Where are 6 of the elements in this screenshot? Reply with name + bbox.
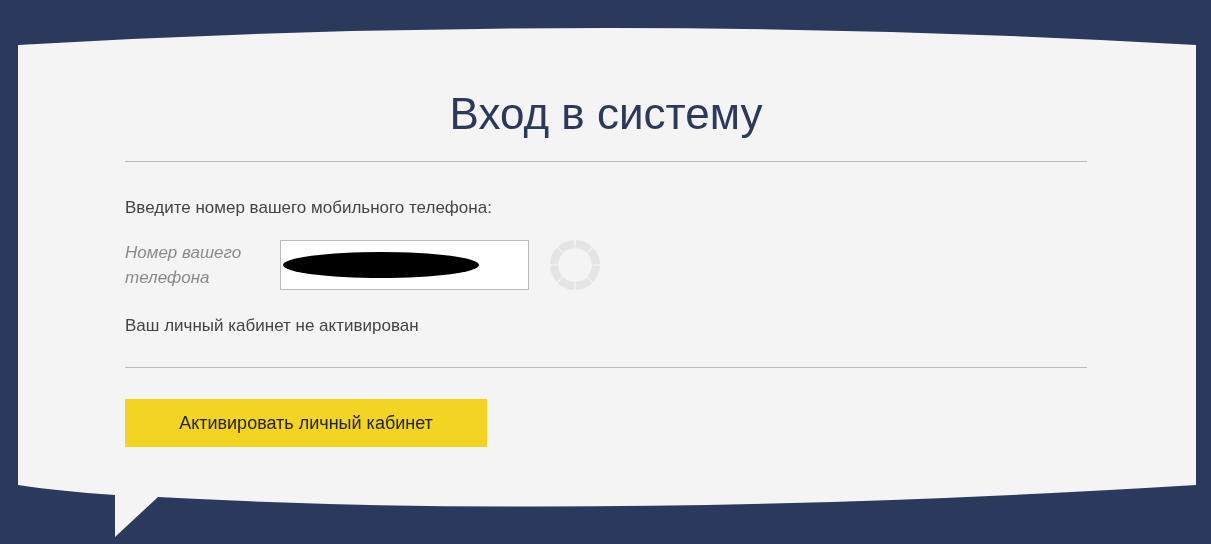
status-text: Ваш личный кабинет не активирован: [125, 316, 420, 336]
phone-input-field[interactable]: [280, 240, 529, 290]
prompt-text: Введите номер вашего мобильного телефона:: [125, 198, 493, 218]
activate-button[interactable]: Активировать личный кабинет: [125, 399, 487, 447]
field-label: Номер вашего телефона: [125, 242, 243, 289]
page-title: Вход в систему: [448, 88, 764, 140]
